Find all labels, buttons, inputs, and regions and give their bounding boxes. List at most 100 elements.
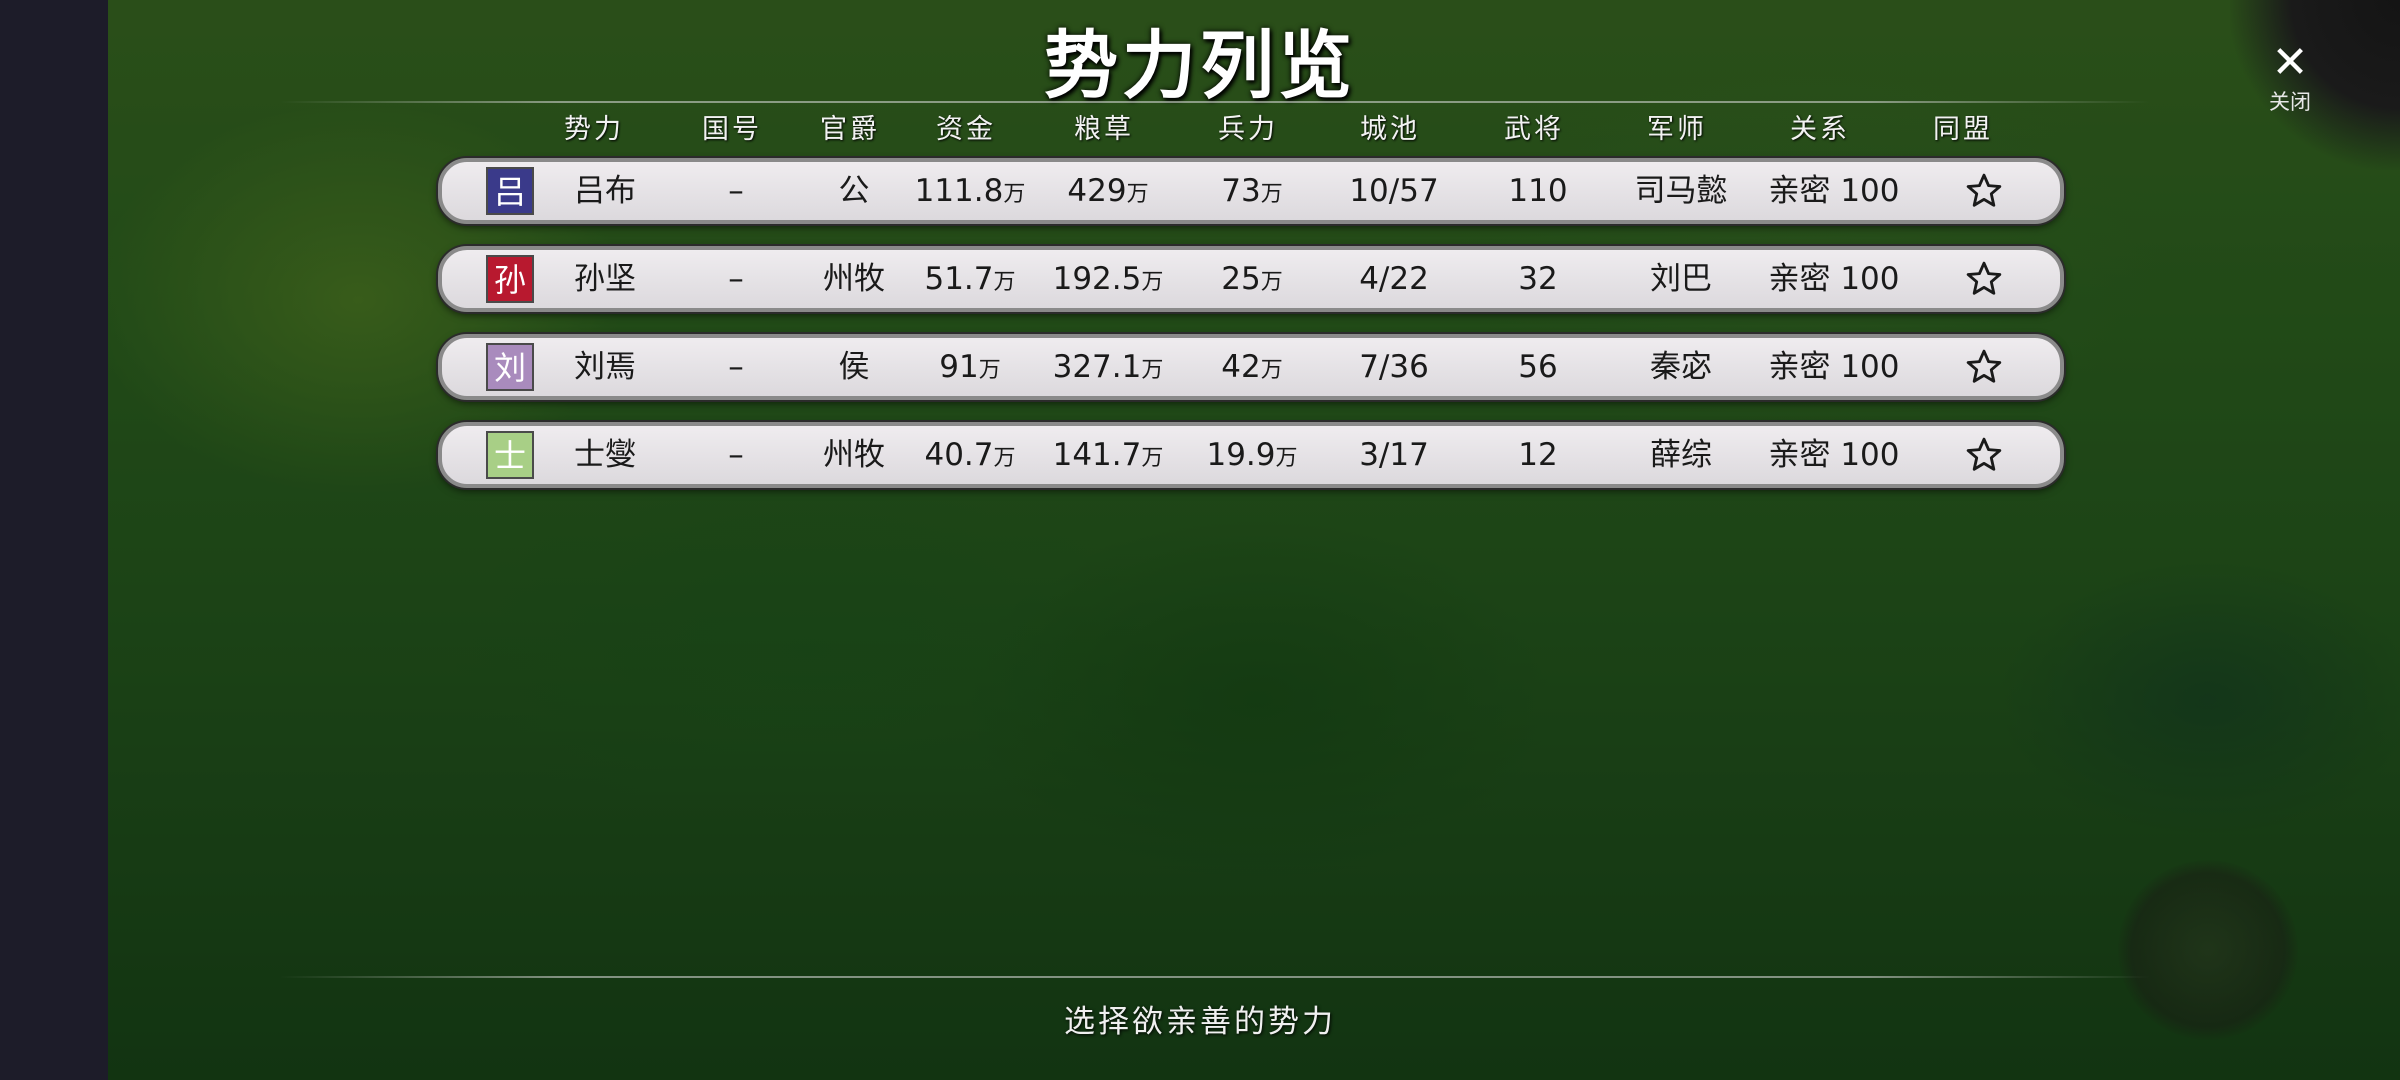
faction-cities: 7/36 xyxy=(1359,349,1429,385)
faction-relation: 亲密 100 xyxy=(1768,173,1900,209)
faction-strategist: 刘巴 xyxy=(1650,261,1712,297)
header-food: 粮草 xyxy=(1074,114,1134,145)
star-outline-icon xyxy=(1966,437,2002,471)
faction-officers: 12 xyxy=(1518,437,1558,473)
faction-food: 429万 xyxy=(1038,162,1178,220)
faction-gold: 111.8万 xyxy=(900,162,1040,220)
star-outline-icon xyxy=(1966,349,2002,383)
faction-leader: 孙坚 xyxy=(574,261,636,297)
food-value: 141.7 xyxy=(1052,437,1142,473)
faction-country: – xyxy=(728,437,744,473)
instruction-text: 选择欲亲善的势力 xyxy=(1064,1004,1336,1040)
header-gold: 资金 xyxy=(936,114,996,145)
faction-leader: 吕布 xyxy=(574,173,636,209)
unit-label: 万 xyxy=(1126,182,1149,207)
faction-title: 侯 xyxy=(838,349,870,385)
faction-strategist: 秦宓 xyxy=(1650,349,1712,385)
faction-troops: 42万 xyxy=(1182,338,1322,396)
faction-title: 州牧 xyxy=(823,437,885,473)
page-title: 势力列览 xyxy=(1044,23,1356,109)
header-relation: 关系 xyxy=(1790,114,1850,145)
unit-label: 万 xyxy=(1141,270,1164,295)
faction-officers: 110 xyxy=(1508,173,1568,209)
faction-row[interactable]: 吕 吕布 – 公 111.8万 429万 73万 10/57 110 司马懿 亲… xyxy=(438,158,2064,224)
faction-country: – xyxy=(728,173,744,209)
faction-officers: 32 xyxy=(1518,261,1558,297)
faction-row[interactable]: 刘 刘焉 – 侯 91万 327.1万 42万 7/36 56 秦宓 亲密 10… xyxy=(438,334,2064,400)
alliance-star-button[interactable] xyxy=(1954,162,2014,220)
faction-relation: 亲密 100 xyxy=(1768,349,1900,385)
food-value: 327.1 xyxy=(1052,349,1142,385)
left-letterbox xyxy=(0,0,108,1080)
unit-label: 万 xyxy=(993,446,1016,471)
faction-gold: 51.7万 xyxy=(900,250,1040,308)
faction-cities: 3/17 xyxy=(1359,437,1429,473)
faction-gold: 91万 xyxy=(900,338,1040,396)
troops-value: 19.9 xyxy=(1206,437,1276,473)
faction-troops: 73万 xyxy=(1182,162,1322,220)
faction-country: – xyxy=(728,349,744,385)
table-header: 势力 国号 官爵 资金 粮草 兵力 城池 武将 军师 关系 同盟 xyxy=(0,108,2400,152)
unit-label: 万 xyxy=(1275,446,1298,471)
faction-cities: 4/22 xyxy=(1359,261,1429,297)
close-button[interactable]: ✕ 关闭 xyxy=(2250,38,2330,118)
unit-label: 万 xyxy=(993,270,1016,295)
faction-food: 192.5万 xyxy=(1038,250,1178,308)
unit-label: 万 xyxy=(978,358,1001,383)
faction-cities: 10/57 xyxy=(1349,173,1439,209)
star-outline-icon xyxy=(1966,173,2002,207)
alliance-star-button[interactable] xyxy=(1954,338,2014,396)
faction-strategist: 司马懿 xyxy=(1634,173,1728,209)
troops-value: 25 xyxy=(1221,261,1261,297)
unit-label: 万 xyxy=(1260,182,1283,207)
troops-value: 42 xyxy=(1221,349,1261,385)
faction-leader: 刘焉 xyxy=(574,349,636,385)
gold-value: 51.7 xyxy=(924,261,994,297)
faction-leader: 士燮 xyxy=(574,437,636,473)
top-divider xyxy=(280,101,2150,103)
faction-food: 141.7万 xyxy=(1038,426,1178,484)
faction-relation: 亲密 100 xyxy=(1768,261,1900,297)
unit-label: 万 xyxy=(1003,182,1026,207)
header-faction: 势力 xyxy=(564,114,624,145)
faction-emblem: 士 xyxy=(486,431,534,479)
unit-label: 万 xyxy=(1141,446,1164,471)
alliance-star-button[interactable] xyxy=(1954,250,2014,308)
faction-row[interactable]: 孙 孙坚 – 州牧 51.7万 192.5万 25万 4/22 32 刘巴 亲密… xyxy=(438,246,2064,312)
close-icon: ✕ xyxy=(2271,37,2309,88)
food-value: 429 xyxy=(1067,173,1127,209)
alliance-star-button[interactable] xyxy=(1954,426,2014,484)
unit-label: 万 xyxy=(1260,358,1283,383)
header-cities: 城池 xyxy=(1360,114,1420,145)
unit-label: 万 xyxy=(1141,358,1164,383)
faction-emblem: 吕 xyxy=(486,167,534,215)
food-value: 192.5 xyxy=(1052,261,1142,297)
header-title: 官爵 xyxy=(820,114,880,145)
faction-title: 公 xyxy=(838,173,870,209)
header-troops: 兵力 xyxy=(1218,114,1278,145)
star-outline-icon xyxy=(1966,261,2002,295)
faction-food: 327.1万 xyxy=(1038,338,1178,396)
faction-row[interactable]: 士 士燮 – 州牧 40.7万 141.7万 19.9万 3/17 12 薛综 … xyxy=(438,422,2064,488)
faction-troops: 25万 xyxy=(1182,250,1322,308)
faction-emblem: 孙 xyxy=(486,255,534,303)
faction-emblem: 刘 xyxy=(486,343,534,391)
gold-value: 40.7 xyxy=(924,437,994,473)
faction-strategist: 薛综 xyxy=(1650,437,1712,473)
gold-value: 111.8 xyxy=(914,173,1004,209)
header-strategist: 军师 xyxy=(1647,114,1707,145)
header-country: 国号 xyxy=(702,114,762,145)
faction-title: 州牧 xyxy=(823,261,885,297)
unit-label: 万 xyxy=(1260,270,1283,295)
faction-gold: 40.7万 xyxy=(900,426,1040,484)
gold-value: 91 xyxy=(939,349,979,385)
bottom-divider xyxy=(280,976,2150,978)
faction-country: – xyxy=(728,261,744,297)
troops-value: 73 xyxy=(1221,173,1261,209)
game-screen: 势力列览 ✕ 关闭 势力 国号 官爵 资金 粮草 兵力 城池 武将 军师 关系 … xyxy=(0,0,2400,1080)
header-alliance: 同盟 xyxy=(1933,114,1993,145)
header-officers: 武将 xyxy=(1504,114,1564,145)
faction-troops: 19.9万 xyxy=(1182,426,1322,484)
faction-relation: 亲密 100 xyxy=(1768,437,1900,473)
faction-officers: 56 xyxy=(1518,349,1558,385)
